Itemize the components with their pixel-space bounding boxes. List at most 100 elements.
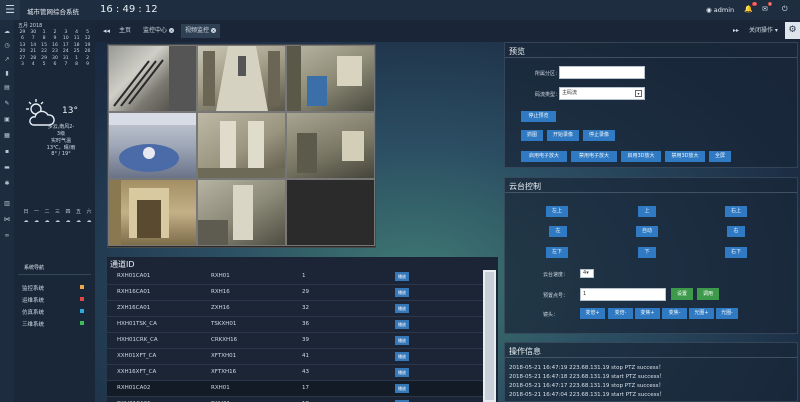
- bell-badge: 0: [752, 2, 757, 6]
- chart-line-icon[interactable]: ↗: [3, 56, 11, 64]
- table-row[interactable]: RXH01CA01 RXH01 1 播放: [107, 269, 487, 285]
- play-button[interactable]: 播放: [395, 368, 409, 377]
- ptz-down-button[interactable]: 下: [638, 247, 656, 258]
- play-button[interactable]: 播放: [395, 352, 409, 361]
- bell-icon[interactable]: 🔔 0: [744, 2, 757, 13]
- calendar-day[interactable]: 5: [39, 62, 50, 69]
- calendar-day[interactable]: 6: [50, 62, 61, 69]
- table-row[interactable]: RXH16CA01 RXH16 29 播放: [107, 285, 487, 301]
- video-cell-empty[interactable]: [286, 179, 375, 246]
- stop-preview-button[interactable]: 停止预览: [521, 111, 556, 122]
- iris-in-button[interactable]: 光圈+: [689, 308, 714, 319]
- ptz-down-left-button[interactable]: 左下: [546, 247, 568, 258]
- nav-item[interactable]: 监控系统: [22, 284, 44, 292]
- share-icon[interactable]: ⋈: [3, 216, 11, 224]
- play-button[interactable]: 播放: [395, 272, 409, 281]
- zoom3d-on-button[interactable]: 启用3D放大: [621, 151, 661, 162]
- nav-item[interactable]: 三维系统: [22, 320, 44, 328]
- clipboard-icon[interactable]: ▤: [3, 84, 11, 92]
- gear-icon[interactable]: ⚙: [785, 22, 800, 39]
- ptz-right-button[interactable]: 右: [727, 226, 745, 237]
- area-input[interactable]: [559, 66, 645, 79]
- table-row[interactable]: HXH01CRK_CA CRKXH16 39 播放: [107, 333, 487, 349]
- ezoom-on-button[interactable]: 启用电子放大: [521, 151, 567, 162]
- video-grid: [107, 44, 376, 248]
- table-row[interactable]: XXH16XFT_CA XFTXH16 43 播放: [107, 365, 487, 381]
- preset-set-button[interactable]: 设置: [671, 288, 693, 300]
- calendar-day[interactable]: 9: [82, 62, 93, 69]
- note-icon[interactable]: ▣: [3, 116, 11, 124]
- video-cell[interactable]: [286, 112, 375, 179]
- tab-video[interactable]: 视频监控 ×: [181, 24, 221, 38]
- nav-item[interactable]: 仿真系统: [22, 308, 44, 316]
- video-cell[interactable]: [286, 45, 375, 112]
- focus-in-button[interactable]: 变焦+: [635, 308, 660, 319]
- folder-icon[interactable]: ▬: [3, 164, 11, 172]
- ptz-down-right-button[interactable]: 右下: [725, 247, 747, 258]
- table-row[interactable]: XXH01XFT_CA XFTXH01 41 播放: [107, 349, 487, 365]
- ptz-auto-button[interactable]: 自动: [636, 226, 658, 237]
- play-button[interactable]: 播放: [395, 288, 409, 297]
- zoom-out-button[interactable]: 变倍-: [608, 308, 633, 319]
- calendar-day[interactable]: 4: [28, 62, 39, 69]
- close-icon[interactable]: ×: [211, 28, 217, 33]
- iris-out-button[interactable]: 光圈-: [716, 308, 738, 319]
- tab-home[interactable]: 主页: [115, 24, 135, 38]
- mail-icon[interactable]: ✉ 0: [762, 2, 772, 13]
- start-record-button[interactable]: 开始录像: [547, 130, 579, 141]
- video-cell[interactable]: [108, 112, 197, 179]
- forecast-day: 六: [86, 209, 92, 215]
- ptz-up-left-button[interactable]: 左上: [546, 206, 568, 217]
- calendar-day[interactable]: 7: [60, 62, 71, 69]
- tab-back-icon[interactable]: ◂◂: [99, 24, 114, 38]
- camera-icon[interactable]: ▪: [3, 148, 11, 156]
- nav-item[interactable]: 运维系统: [22, 296, 44, 304]
- play-button[interactable]: 播放: [395, 304, 409, 313]
- focus-out-button[interactable]: 变焦-: [662, 308, 687, 319]
- book-icon[interactable]: ▥: [3, 200, 11, 208]
- cloud-icon[interactable]: ☁: [3, 28, 11, 36]
- video-cell[interactable]: [197, 112, 286, 179]
- zoom3d-off-button[interactable]: 禁用3D放大: [665, 151, 705, 162]
- video-cell[interactable]: [108, 45, 197, 112]
- grid-icon[interactable]: ▦: [3, 132, 11, 140]
- close-ops-menu[interactable]: 关闭操作 ▾: [745, 24, 782, 38]
- calendar-day[interactable]: 3: [17, 62, 28, 69]
- menu-icon[interactable]: ☰: [0, 0, 20, 20]
- snapshot-button[interactable]: 抓图: [521, 130, 543, 141]
- table-row[interactable]: HXH01TSK_CA TSKXH01 36 播放: [107, 317, 487, 333]
- play-button[interactable]: 播放: [395, 384, 409, 393]
- video-cell[interactable]: [108, 179, 197, 246]
- link-icon[interactable]: ∞: [3, 232, 11, 240]
- video-cell[interactable]: [197, 45, 286, 112]
- ezoom-off-button[interactable]: 禁用电子放大: [571, 151, 617, 162]
- play-button[interactable]: 播放: [395, 336, 409, 345]
- fullscreen-button[interactable]: 全屏: [709, 151, 731, 162]
- scrollbar-thumb[interactable]: [485, 272, 494, 400]
- settings-icon[interactable]: ✱: [3, 180, 11, 188]
- tab-forward-icon[interactable]: ▸▸: [729, 24, 743, 38]
- ptz-left-button[interactable]: 左: [549, 226, 567, 237]
- channel-device: ZXH16: [211, 305, 230, 311]
- wrench-icon[interactable]: ✎: [3, 100, 11, 108]
- zoom-in-button[interactable]: 变倍+: [580, 308, 605, 319]
- close-icon[interactable]: ×: [169, 28, 175, 33]
- ptz-up-button[interactable]: 上: [638, 206, 656, 217]
- ptz-up-right-button[interactable]: 右上: [725, 206, 747, 217]
- user-menu[interactable]: ◉ admin: [706, 6, 734, 14]
- calendar-day[interactable]: 8: [71, 62, 82, 69]
- clock-icon[interactable]: ◷: [3, 42, 11, 50]
- table-row[interactable]: ZXH16CA01 ZXH16 32 播放: [107, 301, 487, 317]
- video-cell[interactable]: [197, 179, 286, 246]
- preset-input[interactable]: 1: [580, 288, 666, 301]
- logout-icon[interactable]: ⏻: [782, 5, 788, 14]
- preset-call-button[interactable]: 调用: [697, 288, 719, 300]
- stream-select[interactable]: 主码流 ▾: [559, 87, 645, 100]
- bar-chart-icon[interactable]: ▮: [3, 70, 11, 78]
- table-row[interactable]: DXH01CA01DXH0118播放: [107, 397, 487, 402]
- speed-select[interactable]: 4▾: [580, 269, 594, 278]
- tab-monitor[interactable]: 监控中心 ×: [139, 24, 178, 38]
- play-button[interactable]: 播放: [395, 320, 409, 329]
- table-row[interactable]: RXH01CA02 RXH01 17 播放: [107, 381, 487, 397]
- stop-record-button[interactable]: 停止录像: [583, 130, 615, 141]
